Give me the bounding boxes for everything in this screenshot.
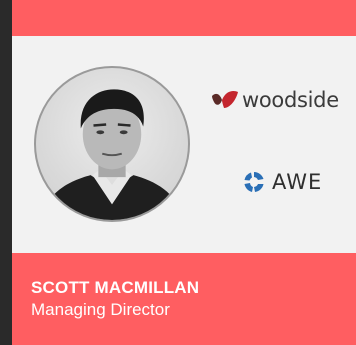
profile-photo	[34, 66, 190, 222]
portrait-icon	[41, 89, 183, 220]
awe-logo-text: AWE	[272, 170, 323, 194]
profile-name: SCOTT MACMILLAN	[31, 278, 200, 297]
profile-role: Managing Director	[31, 300, 170, 319]
woodside-logo-text: woodside	[242, 88, 339, 112]
woodside-logo: woodside	[210, 88, 339, 112]
profile-card: woodside AWE SCOTT MACMILLAN Managing Di…	[12, 0, 356, 345]
awe-logo-icon	[244, 172, 264, 192]
awe-logo: AWE	[242, 170, 322, 194]
woodside-logo-icon	[212, 90, 238, 108]
top-accent-strip	[12, 0, 356, 36]
profile-info-band	[12, 253, 356, 345]
